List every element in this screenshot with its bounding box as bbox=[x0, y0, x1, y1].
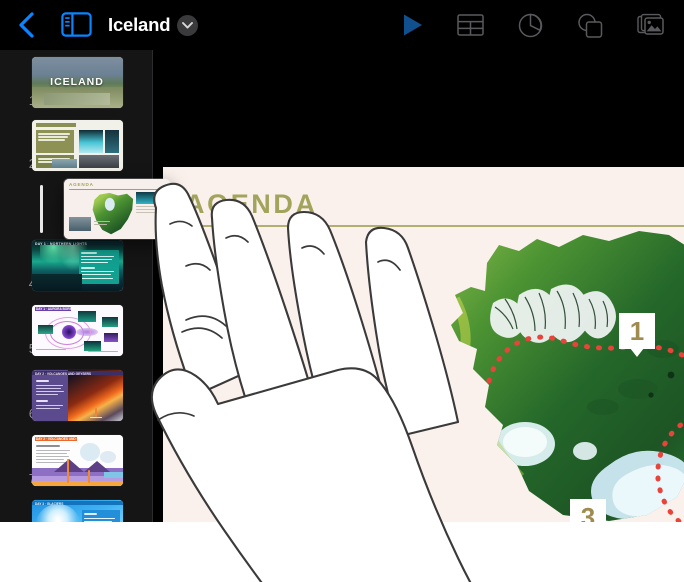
map-pin-label: 3 bbox=[580, 502, 596, 522]
slide-thumbnail[interactable]: ICELAND bbox=[32, 57, 123, 108]
insert-media-button[interactable] bbox=[636, 11, 666, 39]
slide-thumbnail[interactable]: DAY 2 · VOLCANOES AND GEYSERS bbox=[32, 435, 123, 486]
document-title: Iceland bbox=[108, 14, 171, 35]
map-pin-point bbox=[630, 348, 644, 357]
play-icon bbox=[404, 14, 422, 36]
media-image-icon bbox=[637, 13, 664, 35]
sidebar-divider bbox=[152, 50, 153, 522]
keynote-app-window: Iceland ICELAND DAY 1 · NORTHERN LIGHTS … bbox=[0, 0, 684, 522]
back-button[interactable] bbox=[10, 9, 42, 41]
dragged-slide-thumbnail[interactable]: AGENDA bbox=[64, 179, 170, 239]
document-menu-button[interactable] bbox=[177, 15, 198, 36]
iceland-map-image[interactable]: 1 3 bbox=[433, 229, 684, 522]
chevron-down-icon bbox=[182, 22, 193, 29]
slide-thumbnail[interactable]: DAY 2 · VOLCANOES AND GEYSERS bbox=[32, 370, 123, 421]
sidebar-toggle-icon bbox=[61, 12, 92, 37]
chevron-left-icon bbox=[19, 12, 34, 38]
toolbar: Iceland bbox=[0, 0, 684, 50]
slide-thumbnail[interactable]: DAY 1 · AURORA BOREALIS bbox=[32, 305, 123, 356]
insert-shape-button[interactable] bbox=[575, 11, 605, 39]
slide-thumbnail[interactable] bbox=[32, 120, 123, 171]
insert-chart-button[interactable] bbox=[515, 11, 545, 39]
slide-navigator[interactable]: 1 ICELAND 2 bbox=[0, 50, 152, 522]
sidebar-toggle-button[interactable] bbox=[61, 11, 92, 38]
title-underline bbox=[185, 225, 684, 227]
map-pin-1[interactable]: 1 bbox=[619, 313, 655, 357]
insert-table-button[interactable] bbox=[455, 11, 485, 39]
pie-chart-icon bbox=[518, 13, 542, 37]
slide-thumbnail[interactable]: DAY 3 · GLACIERS bbox=[32, 500, 123, 522]
iceland-satellite-map bbox=[451, 231, 684, 522]
map-pin-3[interactable]: 3 bbox=[570, 499, 606, 522]
map-pin-label: 1 bbox=[629, 316, 645, 346]
shapes-icon bbox=[578, 13, 603, 38]
slide-drop-indicator bbox=[40, 185, 43, 233]
table-icon bbox=[456, 14, 484, 36]
slide-canvas[interactable]: AGENDA 1 3 bbox=[163, 167, 684, 522]
slide-title: AGENDA bbox=[185, 189, 318, 219]
play-button[interactable] bbox=[399, 12, 427, 38]
slide-thumbnail[interactable]: DAY 1 · NORTHERN LIGHTS bbox=[32, 240, 123, 291]
